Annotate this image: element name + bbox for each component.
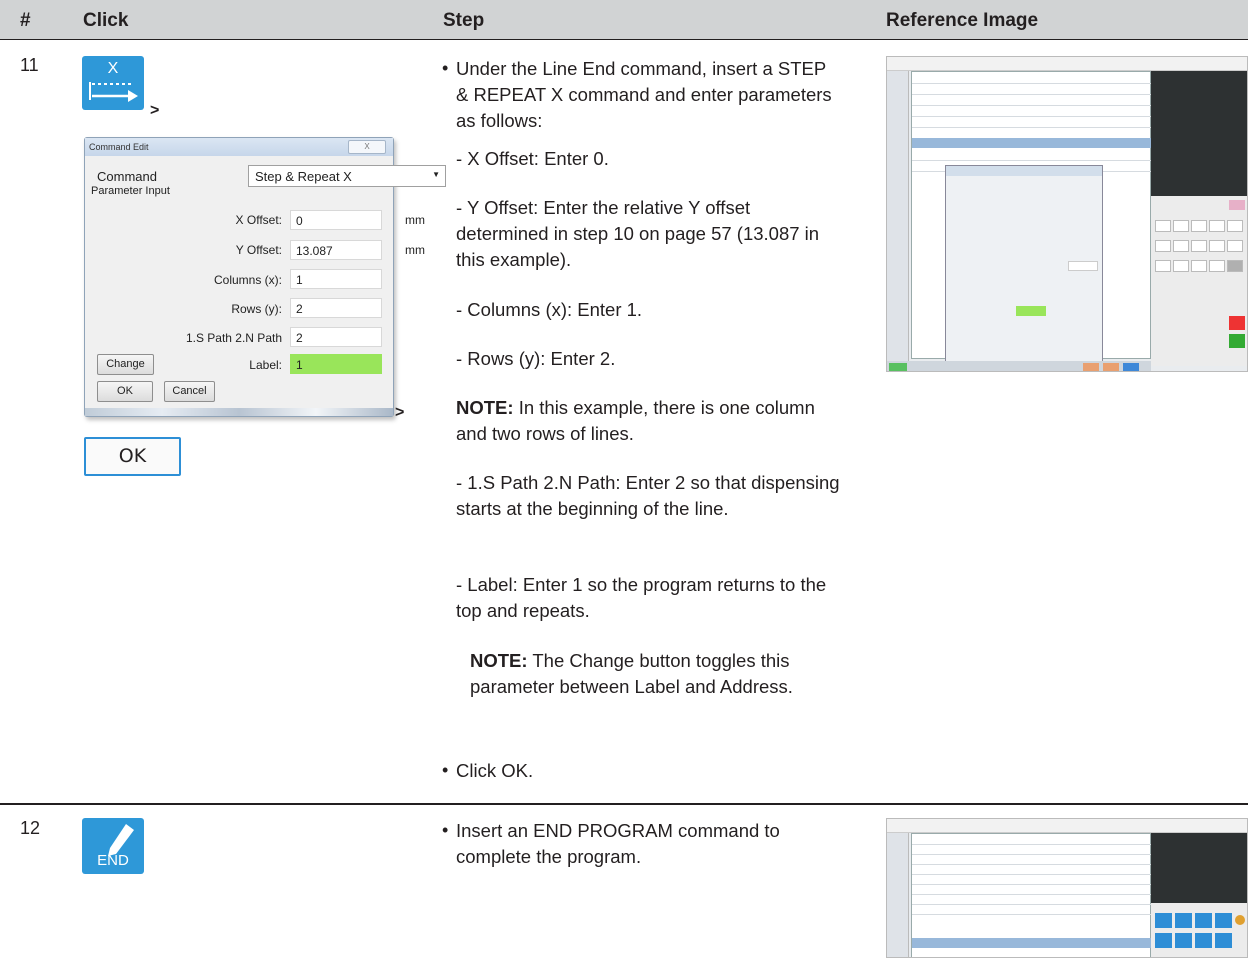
step-end-program: Insert an END PROGRAM command to complet… [456,820,780,867]
status-bar [887,361,1151,371]
dialog-cancel-button[interactable]: Cancel [164,381,215,402]
note-2-label: NOTE: [470,650,528,671]
side-toolbar [887,71,909,361]
note-1-label: NOTE: [456,397,514,418]
reference-image-11 [886,56,1248,372]
y-offset-field[interactable]: 13.087 [290,240,382,260]
bullet: • [442,58,449,78]
toolbar [887,819,1247,833]
camera-view [1151,833,1247,903]
path-label: 1.S Path 2.N Path [185,331,282,345]
row-number-11: 11 [20,55,39,75]
note-1: NOTE: In this example, there is one colu… [456,395,841,447]
next-arrow-1: > [150,102,160,119]
side-toolbar [887,833,909,957]
end-program-icon[interactable]: END [82,818,144,874]
step-label: - Label: Enter 1 so the program returns … [456,574,827,621]
dialog-title: Command Edit [85,138,393,156]
step-click-ok: Click OK. [456,760,534,781]
next-arrow-2: > [395,404,405,421]
command-select-value: Step & Repeat X [255,169,352,184]
step-columns: - Columns (x): Enter 1. [456,299,643,320]
bullet: • [442,820,449,840]
row-divider [0,803,1248,805]
dialog-bottom-strip [85,408,393,416]
rows-label: Rows (y): [231,302,282,316]
rows-field[interactable]: 2 [290,298,382,318]
note-2: NOTE: The Change button toggles this par… [470,648,855,700]
label-field[interactable]: 1 [290,354,382,374]
dialog-close-button[interactable]: X [348,140,386,154]
path-field[interactable]: 2 [290,327,382,347]
columns-field[interactable]: 1 [290,269,382,289]
dotted-arrow-icon [89,82,138,102]
end-icon-label: END [97,852,129,869]
x-offset-field[interactable]: 0 [290,210,382,230]
x-offset-unit: mm [405,213,425,227]
header-step: Step [443,10,485,31]
y-offset-unit: mm [405,243,425,257]
mini-dialog [945,165,1103,371]
row-number-12: 12 [20,818,41,838]
ok-button[interactable]: OK [84,437,181,476]
chevron-down-icon: ▼ [432,170,440,179]
keypad [1151,903,1247,957]
program-grid [911,833,1152,957]
reference-image-12 [886,818,1248,958]
step-path: - 1.S Path 2.N Path: Enter 2 so that dis… [456,472,840,519]
header-num: # [20,10,31,31]
step-repeat-x-icon[interactable]: X [82,56,144,110]
x-offset-label: X Offset: [235,213,282,227]
step-y-offset: - Y Offset: Enter the relative Y offset … [456,197,820,270]
columns-label: Columns (x): [213,273,282,287]
y-offset-label: Y Offset: [235,243,282,257]
camera-view [1151,71,1247,196]
command-select[interactable]: Step & Repeat X ▼ [248,165,446,187]
bullet: • [442,760,449,780]
step-rows: - Rows (y): Enter 2. [456,348,616,369]
step-x-offset: - X Offset: Enter 0. [456,148,609,169]
header-reference-image: Reference Image [886,10,1039,31]
label-label: Label: [249,358,282,372]
keypad [1151,196,1247,366]
table-header: # Click Step Reference Image [0,0,1248,40]
command-edit-dialog: Command Edit X Command Step & Repeat X ▼… [84,137,446,417]
dialog-ok-button[interactable]: OK [97,381,153,402]
toolbar [887,57,1247,71]
parameter-input-label: Parameter Input [91,185,170,197]
step-text: Under the Line End command, insert a STE… [456,58,832,131]
header-click: Click [83,10,129,31]
command-label: Command [97,169,157,184]
